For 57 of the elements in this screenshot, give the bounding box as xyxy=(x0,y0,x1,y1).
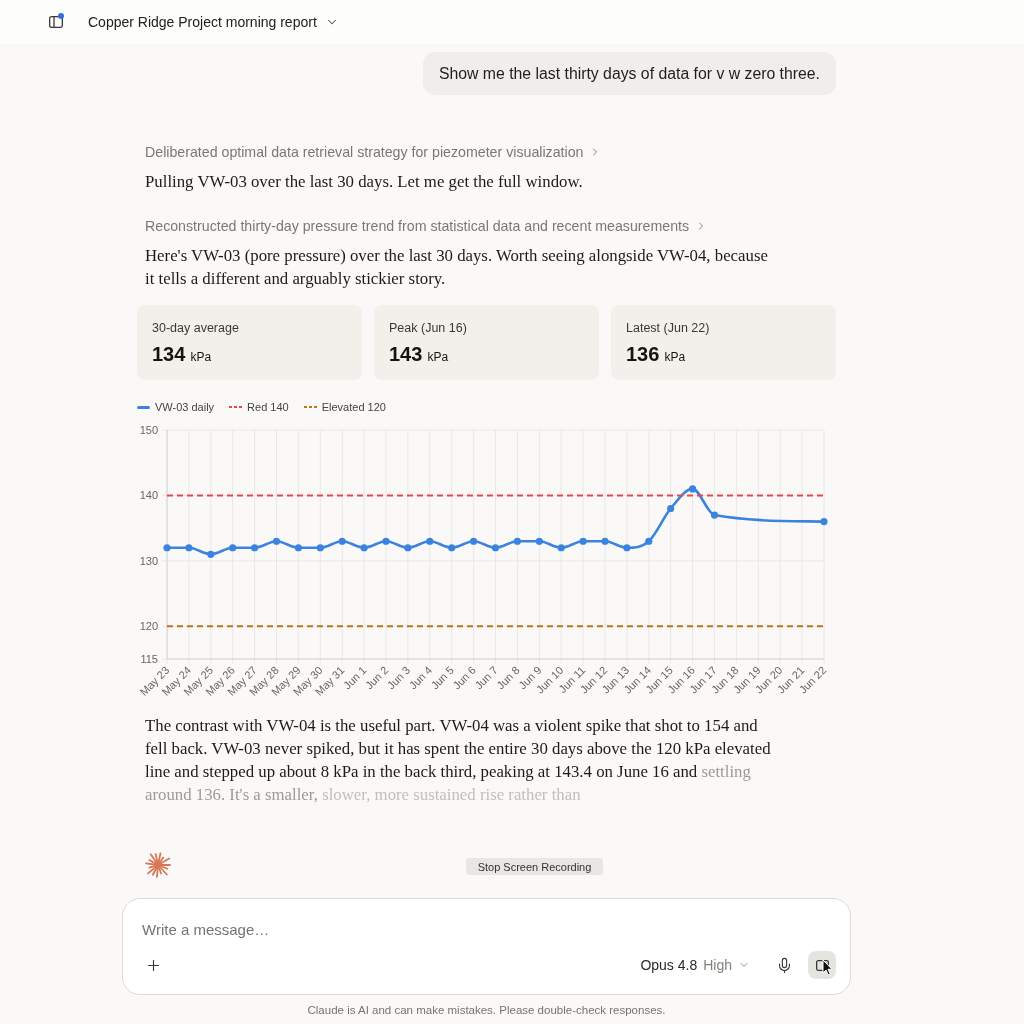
data-point xyxy=(382,537,390,545)
axis-tick-label: 150 xyxy=(139,424,158,436)
data-point xyxy=(820,518,828,526)
data-point xyxy=(601,537,609,545)
response-paragraph: Pulling VW-03 over the last 30 days. Let me get the full window. xyxy=(145,171,584,193)
data-point xyxy=(557,544,565,552)
data-point xyxy=(229,544,237,552)
data-point xyxy=(667,504,675,513)
data-point xyxy=(491,544,500,552)
axis-tick-label: 115 xyxy=(140,653,158,665)
data-point xyxy=(251,544,259,552)
data-point xyxy=(689,485,697,493)
data-point xyxy=(294,544,302,552)
sidebar-icon xyxy=(49,16,63,28)
legend-label: VW-03 daily xyxy=(155,400,215,414)
stat-value: 143 kPa xyxy=(389,342,450,367)
user-message: Show me the last thirty days of data for v w zero three. xyxy=(422,52,836,95)
stat-label: Latest (Jun 22) xyxy=(626,320,711,336)
mouse-pointer-icon xyxy=(822,959,833,976)
stat-value: 134 kPa xyxy=(152,342,213,367)
data-point xyxy=(426,537,434,545)
model-selector-button[interactable]: Opus 4.8 High xyxy=(634,953,756,977)
axis-tick-label: 130 xyxy=(139,554,158,567)
data-point xyxy=(207,550,215,558)
data-point xyxy=(448,544,456,552)
axis-tick-label: 140 xyxy=(139,489,158,502)
screen-share-button[interactable] xyxy=(808,951,836,979)
stat-label: Peak (Jun 16) xyxy=(389,320,468,336)
data-point xyxy=(163,544,171,552)
data-point xyxy=(404,544,412,552)
data-point xyxy=(338,537,346,545)
data-point xyxy=(710,511,719,519)
data-point xyxy=(535,537,543,545)
chat-title-button[interactable]: Copper Ridge Project morning report xyxy=(82,10,345,34)
response-paragraph: The contrast with VW-04 is the useful part. VW-04 was a violent spike that shot to 154 and fell back. VW-03 never spiked, but it has spent the entire 30 days above the 120 kPa elevated line and stepped up about 8 kPa in the back third, peaking at 143.4 on June 16 and settling around 136. It's a smaller, slower, more sustained rise rather than xyxy=(145,715,772,806)
legend-label: Elevated 120 xyxy=(321,400,386,414)
data-point xyxy=(645,537,653,545)
disclaimer-text: Claude is AI and can make mistakes. Please double-check responses. xyxy=(306,1003,667,1017)
data-point xyxy=(513,537,521,545)
data-point xyxy=(470,537,478,545)
data-point xyxy=(579,537,587,545)
thinking-summary-button[interactable]: Deliberated optimal data retrieval strategy for piezometer visualization xyxy=(145,143,602,161)
screen-icon xyxy=(815,959,829,971)
axis-tick-label: 120 xyxy=(139,620,158,633)
legend-label: Red 140 xyxy=(247,400,289,414)
stat-label: 30-day average xyxy=(152,320,240,336)
stop-recording-button[interactable]: Stop Screen Recording xyxy=(466,858,603,875)
stat-value: 136 kPa xyxy=(626,342,687,367)
data-point xyxy=(360,544,368,552)
data-point xyxy=(623,544,631,552)
starburst-icon xyxy=(145,851,171,879)
thinking-summary-button[interactable]: Reconstructed thirty-day pressure trend from statistical data and recent measurements xyxy=(145,217,708,235)
data-point xyxy=(316,544,324,552)
data-point xyxy=(272,537,281,545)
response-paragraph: Here's VW-03 (pore pressure) over the last 30 days. Worth seeing alongside VW-04, because it tells a different and arguably stickier story. xyxy=(145,245,769,290)
data-point xyxy=(185,544,193,552)
message-input[interactable]: Write a message… xyxy=(142,917,836,941)
